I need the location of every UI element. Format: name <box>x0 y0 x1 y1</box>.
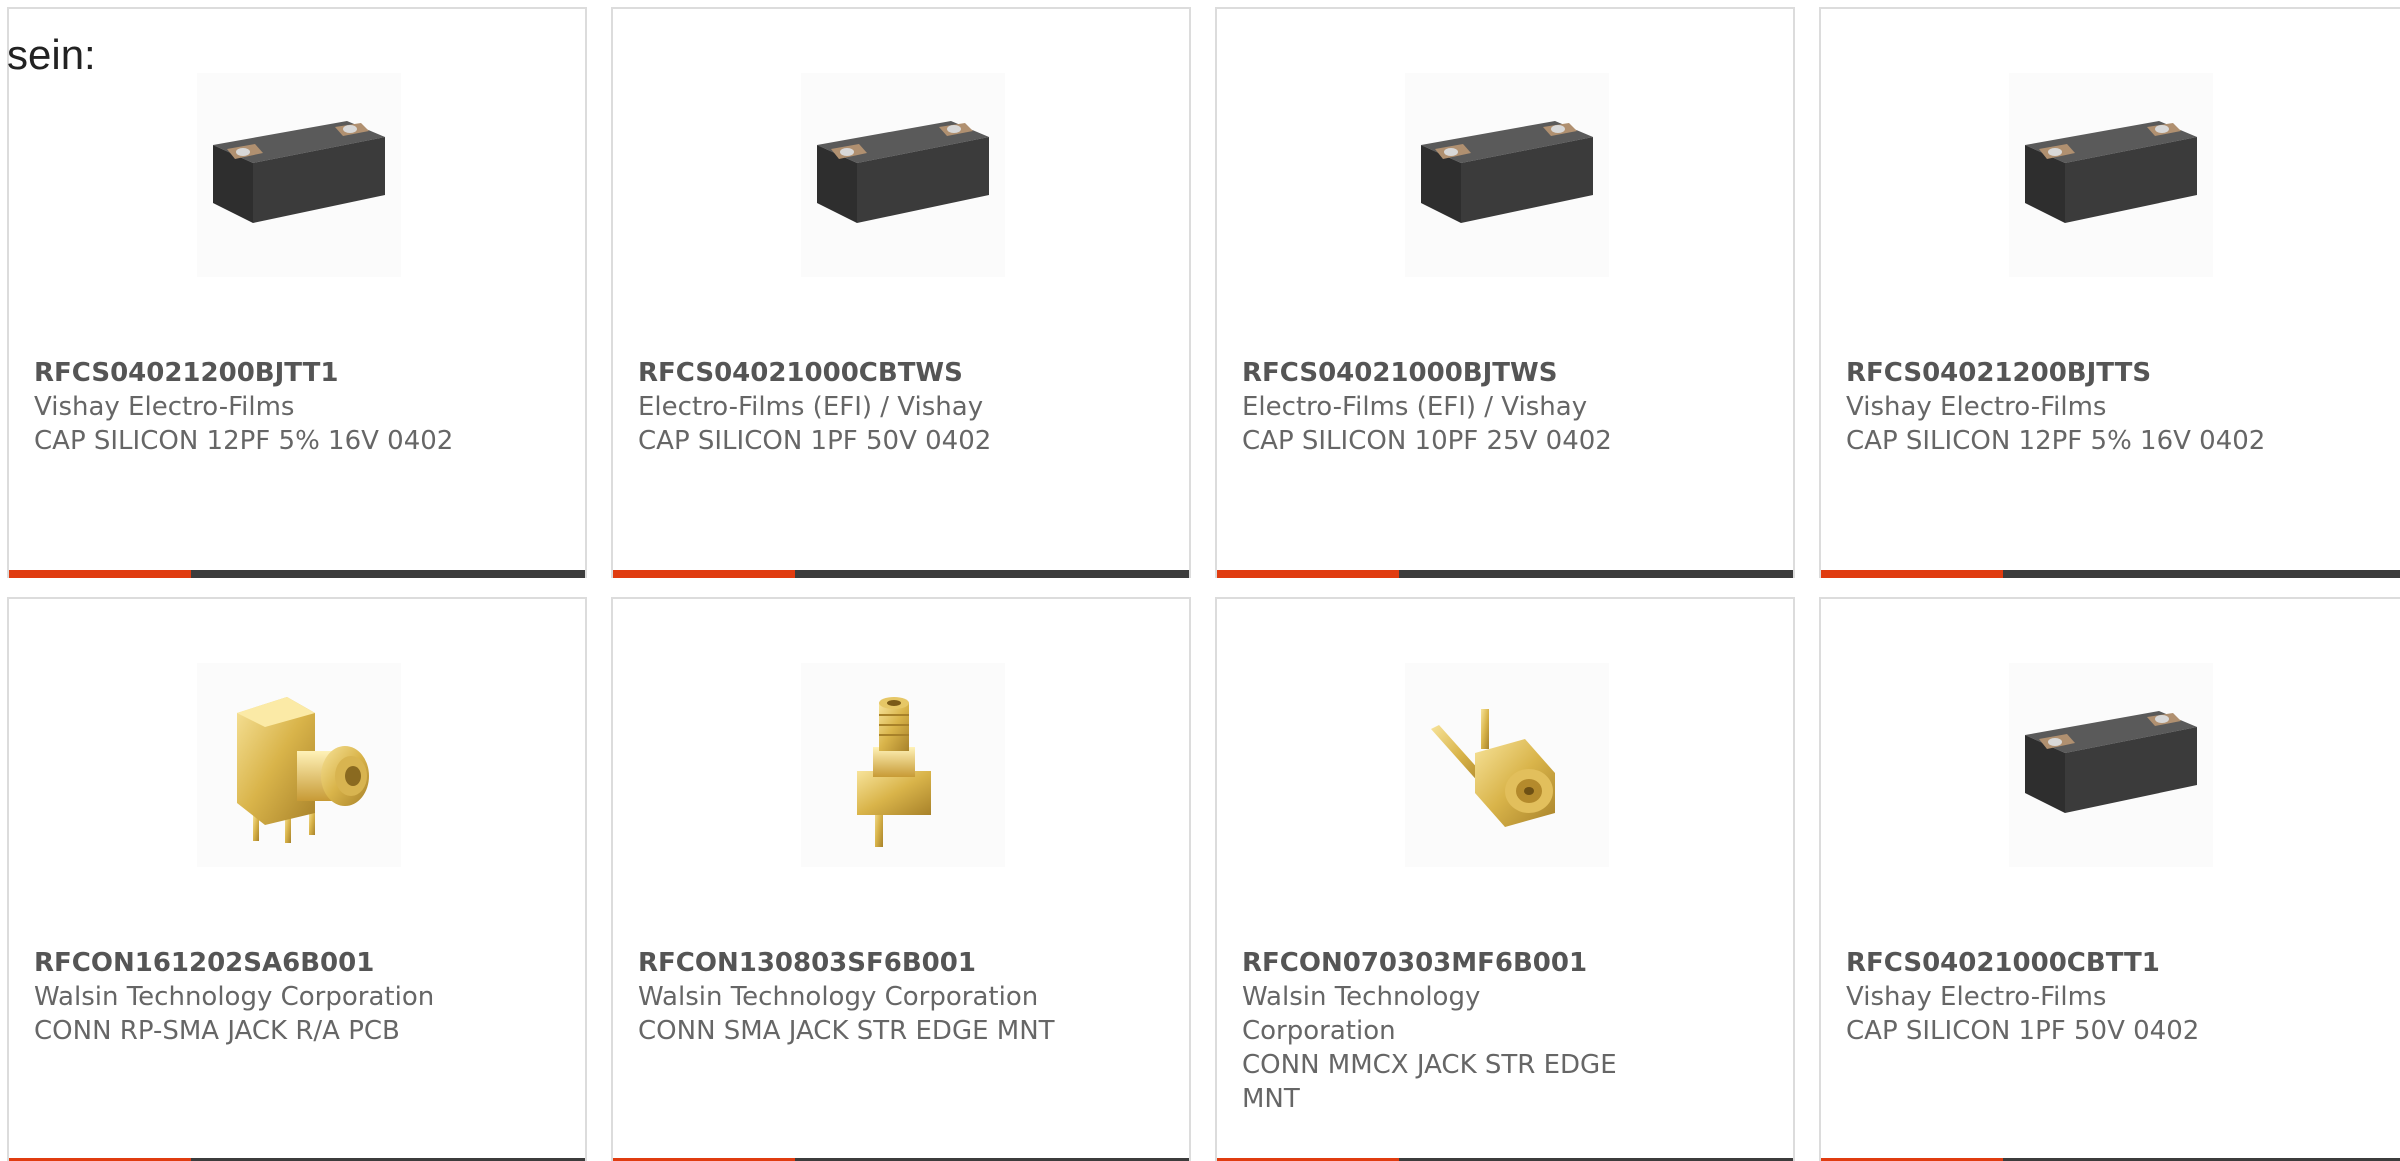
part-number[interactable]: RFCON070303MF6B001 <box>1242 946 1642 980</box>
sma-edge-mount-connector-icon[interactable] <box>801 663 1005 867</box>
silicon-capacitor-chip-icon[interactable] <box>197 73 401 277</box>
product-info: RFCS04021000BJTWS Electro-Films (EFI) / … <box>1242 356 1712 458</box>
description: CAP SILICON 12PF 5% 16V 0402 <box>34 426 454 456</box>
product-info: RFCS04021200BJTT1 Vishay Electro-Films C… <box>34 356 504 458</box>
silicon-capacitor-chip-icon[interactable] <box>2009 73 2213 277</box>
part-number[interactable]: RFCON130803SF6B001 <box>638 946 1108 980</box>
product-card[interactable]: RFCON070303MF6B001 Walsin Technology Cor… <box>1215 597 1795 1161</box>
description: CAP SILICON 1PF 50V 0402 <box>638 426 992 456</box>
product-info: RFCS04021200BJTTS Vishay Electro-Films C… <box>1846 356 2316 458</box>
product-card[interactable]: RFCS04021000CBTT1 Vishay Electro-Films C… <box>1819 597 2400 1161</box>
manufacturer: Electro-Films (EFI) / Vishay <box>638 392 984 422</box>
card-bottom-bar <box>1821 570 2400 578</box>
product-card[interactable]: RFCS04021200BJTTS Vishay Electro-Films C… <box>1819 7 2400 578</box>
card-bottom-bar <box>9 570 585 578</box>
card-accent <box>1217 570 1399 578</box>
part-number[interactable]: RFCS04021000BJTWS <box>1242 356 1712 390</box>
manufacturer: Walsin Technology Corporation <box>638 982 1039 1012</box>
silicon-capacitor-chip-icon[interactable] <box>1405 73 1609 277</box>
product-info: RFCS04021000CBTT1 Vishay Electro-Films C… <box>1846 946 2316 1048</box>
part-number[interactable]: RFCS04021200BJTTS <box>1846 356 2316 390</box>
part-number[interactable]: RFCS04021200BJTT1 <box>34 356 504 390</box>
product-info: RFCON161202SA6B001 Walsin Technology Cor… <box>34 946 504 1048</box>
product-info: RFCS04021000CBTWS Electro-Films (EFI) / … <box>638 356 1108 458</box>
product-card[interactable]: RFCS04021000BJTWS Electro-Films (EFI) / … <box>1215 7 1795 578</box>
description: CAP SILICON 10PF 25V 0402 <box>1242 426 1612 456</box>
manufacturer: Electro-Films (EFI) / Vishay <box>1242 392 1588 422</box>
manufacturer: Vishay Electro-Films <box>34 392 295 422</box>
manufacturer: Walsin Technology Corporation <box>34 982 435 1012</box>
description: CONN MMCX JACK STR EDGE MNT <box>1242 1050 1617 1114</box>
card-accent <box>613 570 795 578</box>
manufacturer: Vishay Electro-Films <box>1846 392 2107 422</box>
mmcx-edge-mount-connector-icon[interactable] <box>1405 663 1609 867</box>
manufacturer: Vishay Electro-Films <box>1846 982 2107 1012</box>
manufacturer: Walsin Technology Corporation <box>1242 982 1481 1046</box>
card-accent <box>9 570 191 578</box>
product-info: RFCON070303MF6B001 Walsin Technology Cor… <box>1242 946 1642 1116</box>
card-bottom-bar <box>1217 570 1793 578</box>
silicon-capacitor-chip-icon[interactable] <box>2009 663 2213 867</box>
description: CAP SILICON 1PF 50V 0402 <box>1846 1016 2200 1046</box>
description: CONN SMA JACK STR EDGE MNT <box>638 1016 1055 1046</box>
product-info: RFCON130803SF6B001 Walsin Technology Cor… <box>638 946 1108 1048</box>
part-number[interactable]: RFCON161202SA6B001 <box>34 946 504 980</box>
intro-text: sein: <box>7 31 96 78</box>
silicon-capacitor-chip-icon[interactable] <box>801 73 1005 277</box>
product-card[interactable]: RFCON130803SF6B001 Walsin Technology Cor… <box>611 597 1191 1161</box>
part-number[interactable]: RFCS04021000CBTT1 <box>1846 946 2316 980</box>
product-card[interactable]: RFCS04021200BJTT1 Vishay Electro-Films C… <box>7 7 587 578</box>
card-accent <box>1821 570 2003 578</box>
description: CAP SILICON 12PF 5% 16V 0402 <box>1846 426 2266 456</box>
description: CONN RP-SMA JACK R/A PCB <box>34 1016 400 1046</box>
part-number[interactable]: RFCS04021000CBTWS <box>638 356 1108 390</box>
rp-sma-right-angle-connector-icon[interactable] <box>197 663 401 867</box>
product-grid: RFCS04021200BJTT1 Vishay Electro-Films C… <box>0 0 2400 1161</box>
card-bottom-bar <box>613 570 1189 578</box>
product-card[interactable]: RFCON161202SA6B001 Walsin Technology Cor… <box>7 597 587 1161</box>
product-card[interactable]: RFCS04021000CBTWS Electro-Films (EFI) / … <box>611 7 1191 578</box>
